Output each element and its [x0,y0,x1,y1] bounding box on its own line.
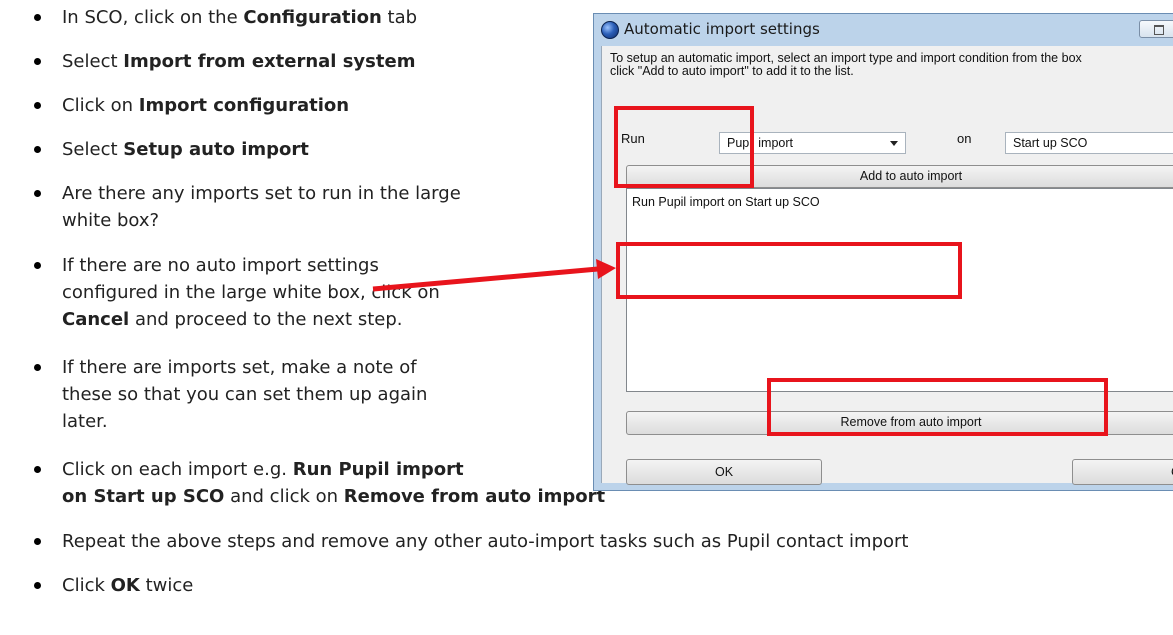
arrow-head-icon [596,259,616,279]
pointer-arrow [372,259,616,292]
instruction-document: In SCO, click on the Configuration tab S… [0,0,1173,635]
arrow-line [372,266,599,292]
